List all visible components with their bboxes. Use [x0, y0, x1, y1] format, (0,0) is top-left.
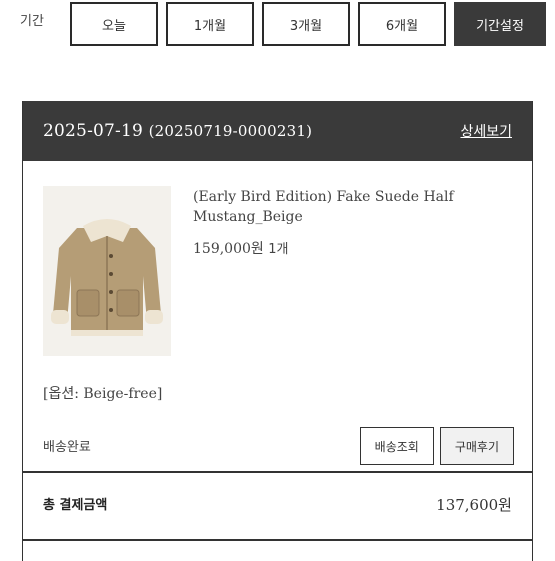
total-row: 총 결제금액 137,600원 [43, 494, 512, 515]
product-quantity: 1개 [268, 242, 289, 257]
period-6month-button[interactable]: 6개월 [358, 2, 446, 46]
divider [23, 471, 532, 473]
write-review-button[interactable]: 구매후기 [439, 427, 514, 465]
order-number: (20250719-0000231) [148, 122, 313, 140]
period-filter: 오늘 1개월 3개월 6개월 기간설정 [70, 2, 546, 46]
order-card: 2025-07-19 (20250719-0000231) 상세보기 (Earl… [22, 101, 533, 561]
period-label: 기간 [20, 14, 44, 29]
product-option: [옵션: Beige-free] [43, 386, 163, 402]
period-1month-button[interactable]: 1개월 [166, 2, 254, 46]
delivery-status: 배송완료 [43, 440, 91, 455]
order-detail-link[interactable]: 상세보기 [460, 121, 512, 141]
track-delivery-button[interactable]: 배송조회 [359, 427, 434, 465]
period-custom-button[interactable]: 기간설정 [454, 2, 546, 46]
jacket-illustration [43, 186, 171, 356]
product-info: (Early Bird Edition) Fake Suede Half Mus… [193, 187, 493, 258]
order-header: 2025-07-19 (20250719-0000231) 상세보기 [23, 101, 532, 161]
order-date: 2025-07-19 (20250719-0000231) [43, 121, 312, 141]
divider [23, 539, 532, 541]
order-actions: 배송조회 구매후기 [359, 427, 514, 465]
total-label: 총 결제금액 [43, 498, 108, 513]
total-value: 137,600원 [436, 496, 512, 514]
period-today-button[interactable]: 오늘 [70, 2, 158, 46]
product-price-row: 159,000원 1개 [193, 238, 493, 258]
period-3month-button[interactable]: 3개월 [262, 2, 350, 46]
product-price: 159,000원 [193, 241, 264, 257]
product-thumbnail[interactable] [43, 186, 171, 356]
order-date-value: 2025-07-19 [43, 121, 144, 141]
product-name[interactable]: (Early Bird Edition) Fake Suede Half Mus… [193, 187, 493, 227]
jacket-image [43, 186, 171, 356]
